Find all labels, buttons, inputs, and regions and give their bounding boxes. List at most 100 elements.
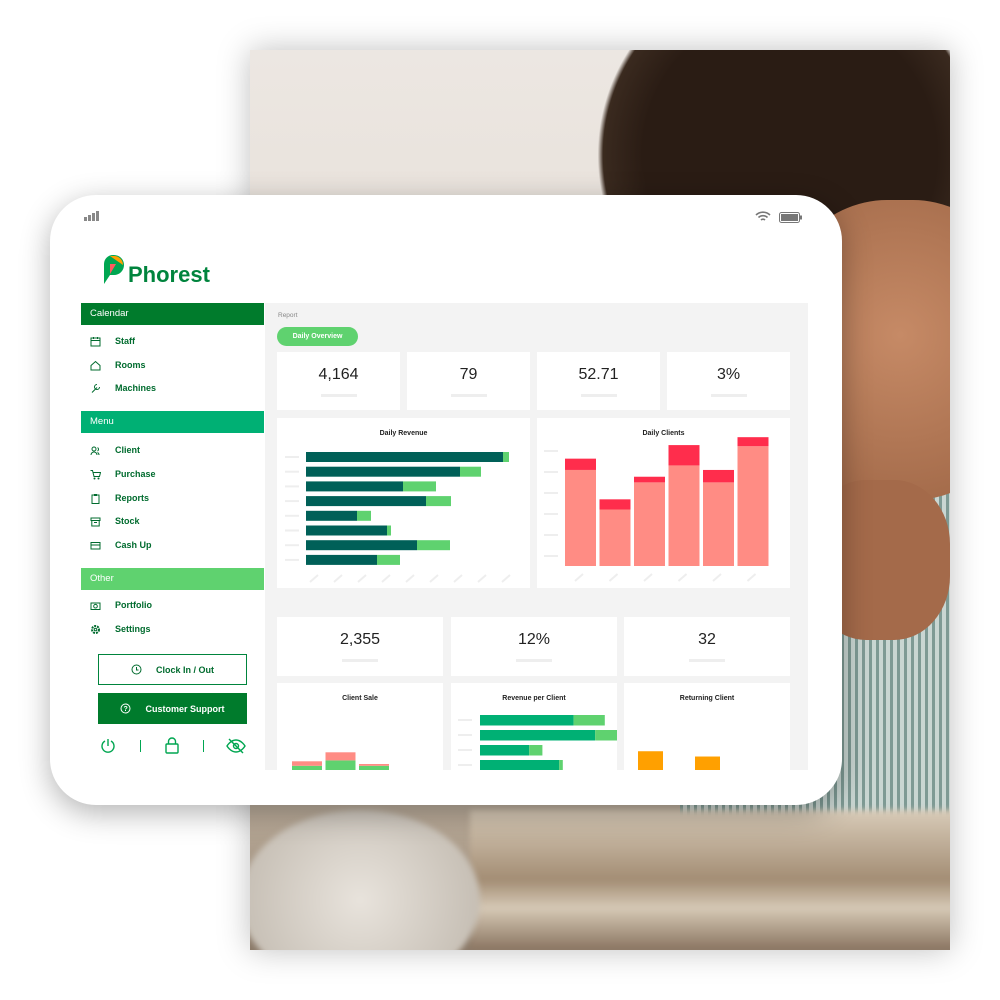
sidebar-item-label: Rooms	[115, 360, 146, 370]
bar-segment	[559, 760, 563, 770]
stat-value: 52.71	[578, 365, 619, 383]
card-icon	[90, 541, 101, 549]
sidebar-item-machines[interactable]: Machines	[90, 380, 156, 396]
eye-off-icon[interactable]	[226, 738, 246, 754]
axis-label-placeholder	[574, 573, 584, 582]
calendar-icon	[90, 336, 101, 346]
bar-segment	[529, 745, 543, 756]
sidebar-item-rooms[interactable]: Rooms	[90, 357, 146, 373]
chart-client-sale: Client Sale	[277, 683, 443, 770]
sidebar-item-portfolio[interactable]: Portfolio	[90, 597, 152, 613]
stat-card: 12%	[451, 617, 617, 676]
bar-segment	[480, 745, 530, 756]
axis-tick	[544, 513, 558, 515]
customer-support-button[interactable]: ? Customer Support	[98, 693, 247, 724]
bar-segment	[460, 466, 481, 477]
stat-card: 4,164	[277, 352, 400, 410]
bar-segment	[325, 752, 356, 761]
bar-segment	[599, 499, 631, 510]
wrench-icon	[91, 383, 100, 393]
lock-icon[interactable]	[164, 737, 180, 754]
axis-label-placeholder	[712, 573, 722, 582]
stat-card: 79	[407, 352, 530, 410]
bar-segment	[306, 496, 426, 507]
bar-segment	[306, 540, 417, 551]
camera-icon	[90, 602, 101, 610]
axis-label-placeholder	[677, 573, 688, 582]
bar-segment	[480, 715, 574, 726]
axis-tick	[285, 514, 299, 517]
bar-segment	[359, 764, 389, 766]
sidebar-item-purchase[interactable]: Purchase	[90, 466, 156, 482]
bar-segment	[503, 452, 509, 462]
axis-label-placeholder	[405, 574, 415, 583]
stat-value: 32	[698, 631, 716, 648]
sidebar-item-label: Reports	[115, 493, 150, 503]
bar-segment	[377, 554, 400, 565]
chart-daily-clients: Daily Clients	[537, 418, 790, 588]
sidebar-item-stock[interactable]: Stock	[90, 513, 140, 529]
power-icon[interactable]	[100, 738, 116, 754]
clock-icon	[131, 664, 142, 675]
sidebar-item-label: Stock	[115, 516, 140, 526]
bar-segment	[306, 525, 387, 536]
clock-in-out-button[interactable]: Clock In / Out	[98, 654, 247, 685]
axis-label-placeholder	[477, 574, 487, 583]
sidebar-item-label: Portfolio	[115, 600, 152, 610]
phorest-logo	[104, 255, 124, 284]
bar-segment	[292, 765, 322, 770]
sidebar-section-other: Other	[81, 568, 264, 590]
sidebar-item-staff[interactable]: Staff	[90, 333, 135, 349]
bar-segment	[306, 466, 460, 477]
bar-segment	[634, 476, 665, 483]
bar-segment	[634, 482, 665, 566]
sidebar-item-label: Settings	[115, 624, 151, 634]
axis-tick	[285, 470, 299, 473]
sidebar-item-reports[interactable]: Reports	[90, 490, 149, 506]
stat-value: 12%	[517, 631, 551, 648]
bar-segment	[306, 510, 357, 521]
stat-card: 3%	[667, 352, 790, 410]
bar-segment	[417, 540, 450, 551]
bar-segment	[565, 458, 596, 470]
sidebar-item-label: Cash Up	[115, 540, 152, 550]
stat-value: 3%	[716, 365, 741, 383]
axis-tick	[285, 544, 299, 547]
axis-label-placeholder	[608, 573, 619, 582]
sidebar-item-label: Staff	[115, 336, 135, 346]
axis-label-placeholder	[429, 574, 439, 583]
sidebar-item-label: Purchase	[115, 469, 156, 479]
bar-segment	[573, 715, 605, 726]
axis-tick	[458, 734, 472, 736]
axis-tick	[544, 555, 558, 557]
axis-label-placeholder	[333, 574, 343, 583]
axis-tick	[285, 529, 299, 532]
bar-segment	[668, 465, 700, 566]
axis-tick	[544, 450, 558, 452]
axis-tick	[285, 558, 299, 561]
bar-segment	[306, 554, 377, 565]
bar-segment	[403, 481, 436, 492]
sidebar-item-client[interactable]: Client	[90, 442, 140, 458]
breadcrumb: Report	[278, 312, 298, 319]
sidebar-item-cash-up[interactable]: Cash Up	[90, 537, 152, 553]
bar-segment	[357, 510, 371, 521]
axis-tick	[544, 534, 558, 536]
bar-segment	[703, 469, 734, 483]
clipboard-icon	[91, 493, 100, 504]
sidebar-item-label: Client	[115, 445, 141, 455]
bar-segment	[737, 437, 769, 447]
sidebar-item-settings[interactable]: Settings	[90, 621, 151, 637]
tab-daily-overview[interactable]: Daily Overview	[277, 327, 358, 346]
bar-segment	[359, 765, 389, 770]
divider	[203, 740, 204, 752]
home-icon	[90, 360, 101, 370]
bar-segment	[306, 481, 403, 492]
axis-label-placeholder	[357, 574, 367, 583]
bar-segment	[638, 751, 663, 770]
bar-segment	[426, 496, 451, 507]
bar-segment	[595, 730, 617, 741]
bar-segment	[306, 452, 503, 462]
svg-text:?: ?	[124, 706, 128, 713]
bar-segment	[565, 469, 596, 566]
